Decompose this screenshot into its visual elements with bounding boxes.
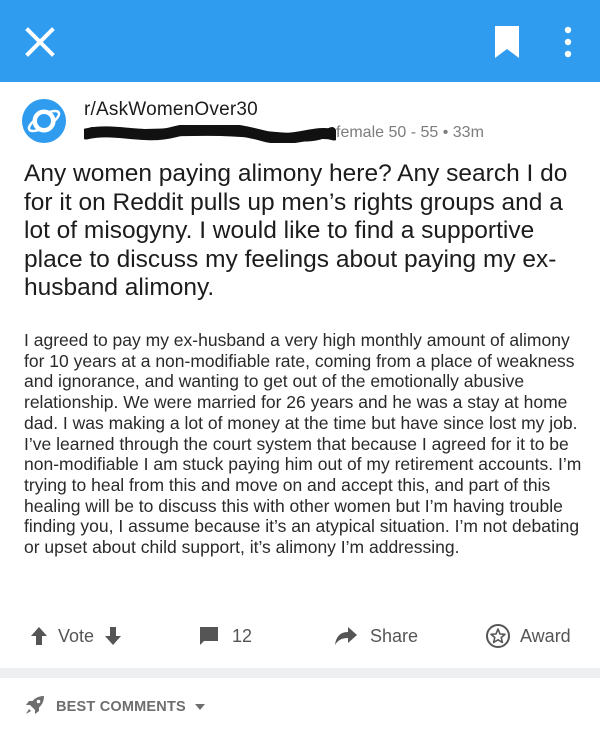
more-vertical-icon[interactable] <box>558 24 578 60</box>
top-bar <box>0 0 600 82</box>
downvote-icon[interactable] <box>104 626 122 646</box>
redaction-scribble <box>84 125 336 143</box>
post-title: Any women paying alimony here? Any searc… <box>24 160 568 301</box>
comments-sort-bar: BEST COMMENTS <box>0 678 600 747</box>
close-icon[interactable] <box>22 24 58 60</box>
share-icon <box>334 625 358 647</box>
vote-group: Vote <box>30 612 122 660</box>
bookmark-icon[interactable] <box>494 25 520 59</box>
post-meta-text: female 50 - 55 • 33m <box>336 124 484 141</box>
share-label: Share <box>370 625 419 646</box>
share-button[interactable]: Share <box>334 612 418 660</box>
chevron-down-icon <box>194 699 206 715</box>
upvote-icon[interactable] <box>30 626 48 646</box>
award-label: Award <box>520 625 571 646</box>
post-actions: Vote 12 Share Award <box>0 612 600 660</box>
subreddit-name[interactable]: r/AskWomenOver30 <box>84 99 258 121</box>
subreddit-avatar[interactable] <box>22 99 66 143</box>
post-body: I agreed to pay my ex-husband a very hig… <box>24 330 582 558</box>
comments-button[interactable]: 12 <box>198 612 252 660</box>
comment-icon <box>198 625 220 647</box>
award-button[interactable]: Award <box>486 612 571 660</box>
rocket-icon <box>24 694 46 720</box>
planet-icon <box>27 109 61 133</box>
comments-sort-label: BEST COMMENTS <box>56 699 186 715</box>
award-star-icon <box>486 624 510 648</box>
post-header: r/AskWomenOver30 female 50 - 55 • 33m <box>22 95 582 145</box>
vote-label: Vote <box>58 625 95 646</box>
comments-sort-dropdown[interactable]: BEST COMMENTS <box>24 694 206 720</box>
post-meta: female 50 - 55 • 33m <box>84 123 484 145</box>
comments-count: 12 <box>232 625 253 646</box>
